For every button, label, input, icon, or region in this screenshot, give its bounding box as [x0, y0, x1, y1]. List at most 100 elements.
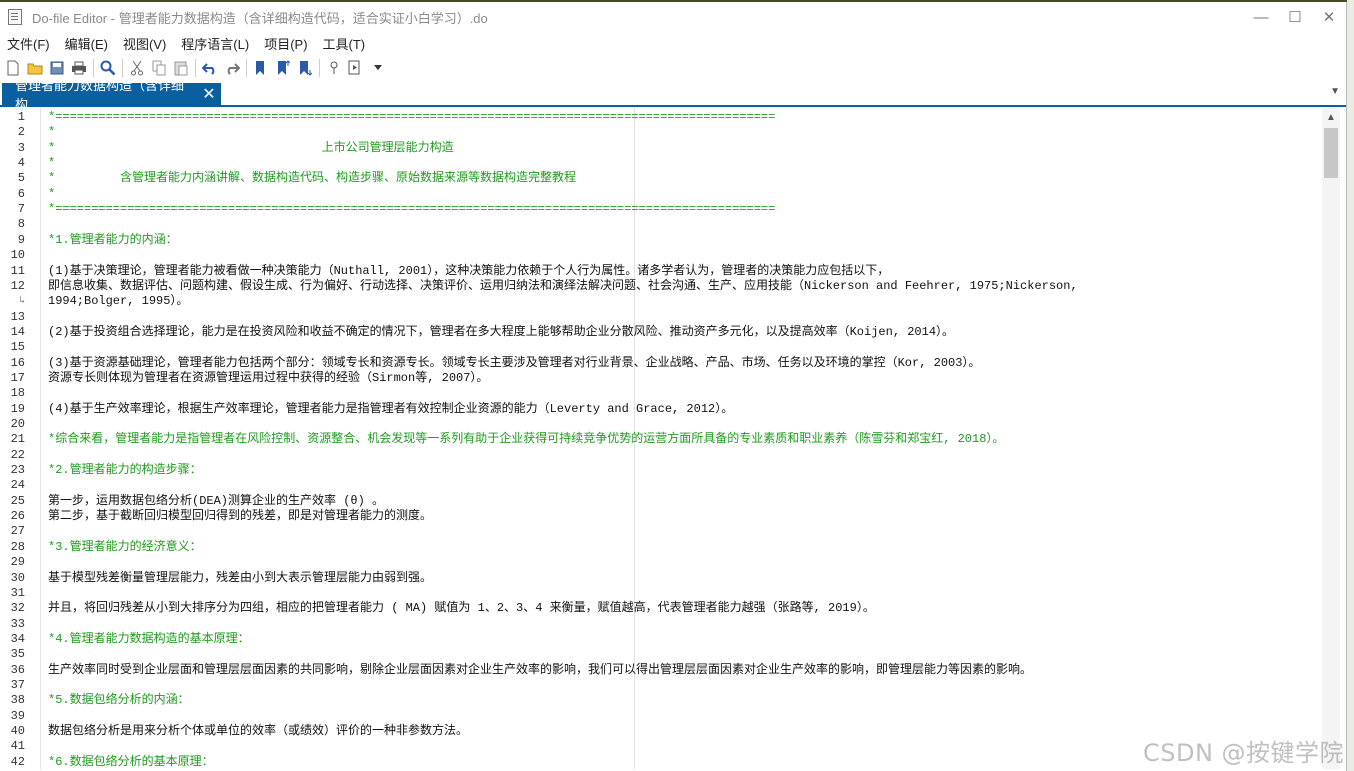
line-number: 22	[10, 447, 25, 462]
menu-project[interactable]: 项目(P)	[257, 34, 315, 53]
line-number: 21	[10, 432, 25, 447]
line-number: 24	[10, 478, 25, 493]
execute-do-icon[interactable]	[345, 57, 367, 79]
code-comment-line[interactable]: *=======================================…	[48, 110, 775, 125]
line-number: 10	[10, 248, 25, 263]
line-number: 42	[10, 754, 25, 769]
menu-edit[interactable]: 编辑(E)	[58, 34, 116, 53]
line-number: 31	[10, 585, 25, 600]
line-number: 30	[10, 570, 25, 585]
line-number: 5	[17, 171, 25, 186]
close-icon[interactable]: ✕	[200, 84, 218, 104]
tab-list-dropdown-icon[interactable]: ▼	[1330, 86, 1340, 97]
scroll-up-icon[interactable]: ▲	[1322, 108, 1340, 128]
menu-file[interactable]: 文件(F)	[0, 34, 58, 53]
line-number: 34	[10, 631, 25, 646]
code-line[interactable]: 资源专长则体现为管理者在资源管理运用过程中获得的经验（Sirmon等, 2007…	[48, 371, 488, 386]
undo-icon[interactable]	[199, 57, 221, 79]
line-number: 12	[10, 278, 25, 293]
code-line[interactable]: 即信息收集、数据评估、问题构建、假设生成、行为偏好、行动选择、决策评价、运用归纳…	[48, 279, 1078, 294]
code-comment-line[interactable]: *2.管理者能力的构造步骤：	[48, 463, 202, 478]
line-number: 26	[10, 509, 25, 524]
code-text-area[interactable]: *=======================================…	[48, 108, 1322, 769]
line-number: 23	[10, 463, 25, 478]
line-number: 18	[10, 386, 25, 401]
tab-active-do-file[interactable]: 管理者能力数据构造（含详细构... ✕	[2, 78, 221, 112]
code-comment-line[interactable]: *5.数据包络分析的内涵：	[48, 693, 190, 708]
code-line[interactable]: (2)基于投资组合选择理论，能力是在投资风险和收益不确定的情况下，管理者在多大程…	[48, 325, 954, 340]
chevron-down-icon[interactable]	[367, 57, 389, 79]
code-line[interactable]: 第二步，基于截断回归模型回归得到的残差，即是对管理者能力的测度。	[48, 509, 432, 524]
code-comment-line[interactable]: *3.管理者能力的经济意义：	[48, 540, 202, 555]
code-comment-line[interactable]: *1.管理者能力的内涵：	[48, 233, 178, 248]
line-number: 11	[10, 263, 25, 278]
line-number: 3	[17, 140, 25, 155]
line-number: 35	[10, 647, 25, 662]
menu-tools[interactable]: 工具(T)	[316, 34, 374, 53]
menu-bar: 文件(F) 编辑(E) 视图(V) 程序语言(L) 项目(P) 工具(T)	[0, 32, 1346, 54]
line-number: 25	[10, 493, 25, 508]
next-bookmark-icon[interactable]	[294, 57, 316, 79]
vertical-scrollbar[interactable]: ▲	[1322, 108, 1340, 769]
code-line[interactable]: (1)基于决策理论，管理者能力被看做一种决策能力（Nuthall, 2001），…	[48, 264, 889, 279]
line-number: 15	[10, 340, 25, 355]
window-title: Do-file Editor - 管理者能力数据构造（含详细构造代码，适合实证小…	[32, 10, 488, 26]
line-number: 29	[10, 555, 25, 570]
code-line[interactable]: 1994;Bolger, 1995）。	[48, 294, 188, 309]
line-number: 41	[10, 739, 25, 754]
line-number: 19	[10, 401, 25, 416]
code-line[interactable]: 生产效率同时受到企业层面和管理层层面因素的共同影响，剔除企业层面因素对企业生产效…	[48, 663, 1032, 678]
code-comment-line[interactable]: * 上市公司管理层能力构造	[48, 141, 454, 156]
code-comment-line[interactable]: *综合来看，管理者能力是指管理者在风险控制、资源整合、机会发现等一系列有助于企业…	[48, 432, 1004, 447]
line-number: 40	[10, 724, 25, 738]
code-line[interactable]: 基于模型残差衡量管理层能力，残差由小到大表示管理层能力由弱到强。	[48, 571, 432, 586]
line-number: 2	[17, 125, 25, 140]
code-comment-line[interactable]: *	[48, 187, 55, 202]
title-bar[interactable]: Do-file Editor - 管理者能力数据构造（含详细构造代码，适合实证小…	[0, 2, 1346, 32]
toolbar-separator	[319, 59, 320, 77]
app-icon	[8, 9, 22, 25]
line-number: 20	[10, 417, 25, 431]
show-file-in-viewer-icon[interactable]	[323, 57, 345, 79]
line-number: 39	[10, 708, 25, 723]
toolbar-separator	[246, 59, 247, 77]
window-controls: — ☐ ✕	[1244, 3, 1346, 31]
code-line[interactable]: 第一步，运用数据包络分析(DEA)测算企业的生产效率 (θ) 。	[48, 494, 384, 509]
line-number: 33	[10, 616, 25, 631]
line-number: 17	[10, 370, 25, 385]
line-number: 13	[10, 309, 25, 324]
line-number: 9	[17, 232, 25, 247]
code-editor[interactable]: 1 2 3 4 5 6 7 8 9 10 11 12 ↳ 13 14 15 16 17 18 19 20 21 22 23 24…	[0, 108, 1322, 769]
line-number: 16	[10, 355, 25, 370]
menu-language[interactable]: 程序语言(L)	[174, 34, 257, 53]
line-number: 14	[10, 324, 25, 339]
tab-bar: 管理者能力数据构造（含详细构... ✕ ▼	[0, 78, 1346, 112]
line-number: 6	[17, 186, 25, 201]
code-comment-line[interactable]: *	[48, 125, 55, 140]
maximize-button[interactable]: ☐	[1278, 3, 1312, 31]
line-number-gutter: 1 2 3 4 5 6 7 8 9 10 11 12 ↳ 13 14 15 16 17 18 19 20 21 22 23 24…	[0, 108, 41, 769]
code-comment-line[interactable]: *4.管理者能力数据构造的基本原理：	[48, 632, 250, 647]
code-comment-line[interactable]: *	[48, 156, 55, 171]
code-comment-line[interactable]: *6.数据包络分析的基本原理：	[48, 755, 214, 769]
minimize-button[interactable]: —	[1244, 3, 1278, 31]
desktop-edge	[1347, 0, 1354, 771]
redo-icon[interactable]	[221, 57, 243, 79]
toggle-bookmark-icon[interactable]	[250, 57, 272, 79]
line-number: 8	[17, 217, 25, 232]
code-comment-line[interactable]: *=======================================…	[48, 202, 775, 217]
line-number: 1	[17, 110, 25, 124]
code-comment-line[interactable]: * 含管理者能力内涵讲解、数据构造代码、构造步骤、原始数据来源等数据构造完整教程	[48, 171, 576, 186]
line-number: 36	[10, 662, 25, 677]
line-number: 27	[10, 524, 25, 539]
menu-view[interactable]: 视图(V)	[116, 34, 174, 53]
line-number: 37	[10, 677, 25, 692]
previous-bookmark-icon[interactable]	[272, 57, 294, 79]
scrollbar-thumb[interactable]	[1324, 128, 1338, 178]
code-line[interactable]: (3)基于资源基础理论，管理者能力包括两个部分：领域专长和资源专长。领域专长主要…	[48, 356, 980, 371]
code-line[interactable]: 数据包络分析是用来分析个体或单位的效率（或绩效）评价的一种非参数方法。	[48, 724, 468, 739]
code-line[interactable]: 并且，将回归残差从小到大排序分为四组，相应的把管理者能力 ( MA) 赋值为 1…	[48, 601, 875, 616]
code-line[interactable]: (4)基于生产效率理论，根据生产效率理论，管理者能力是指管理者有效控制企业资源的…	[48, 402, 733, 417]
close-button[interactable]: ✕	[1312, 3, 1346, 31]
watermark: CSDN @按键学院	[1143, 739, 1345, 767]
